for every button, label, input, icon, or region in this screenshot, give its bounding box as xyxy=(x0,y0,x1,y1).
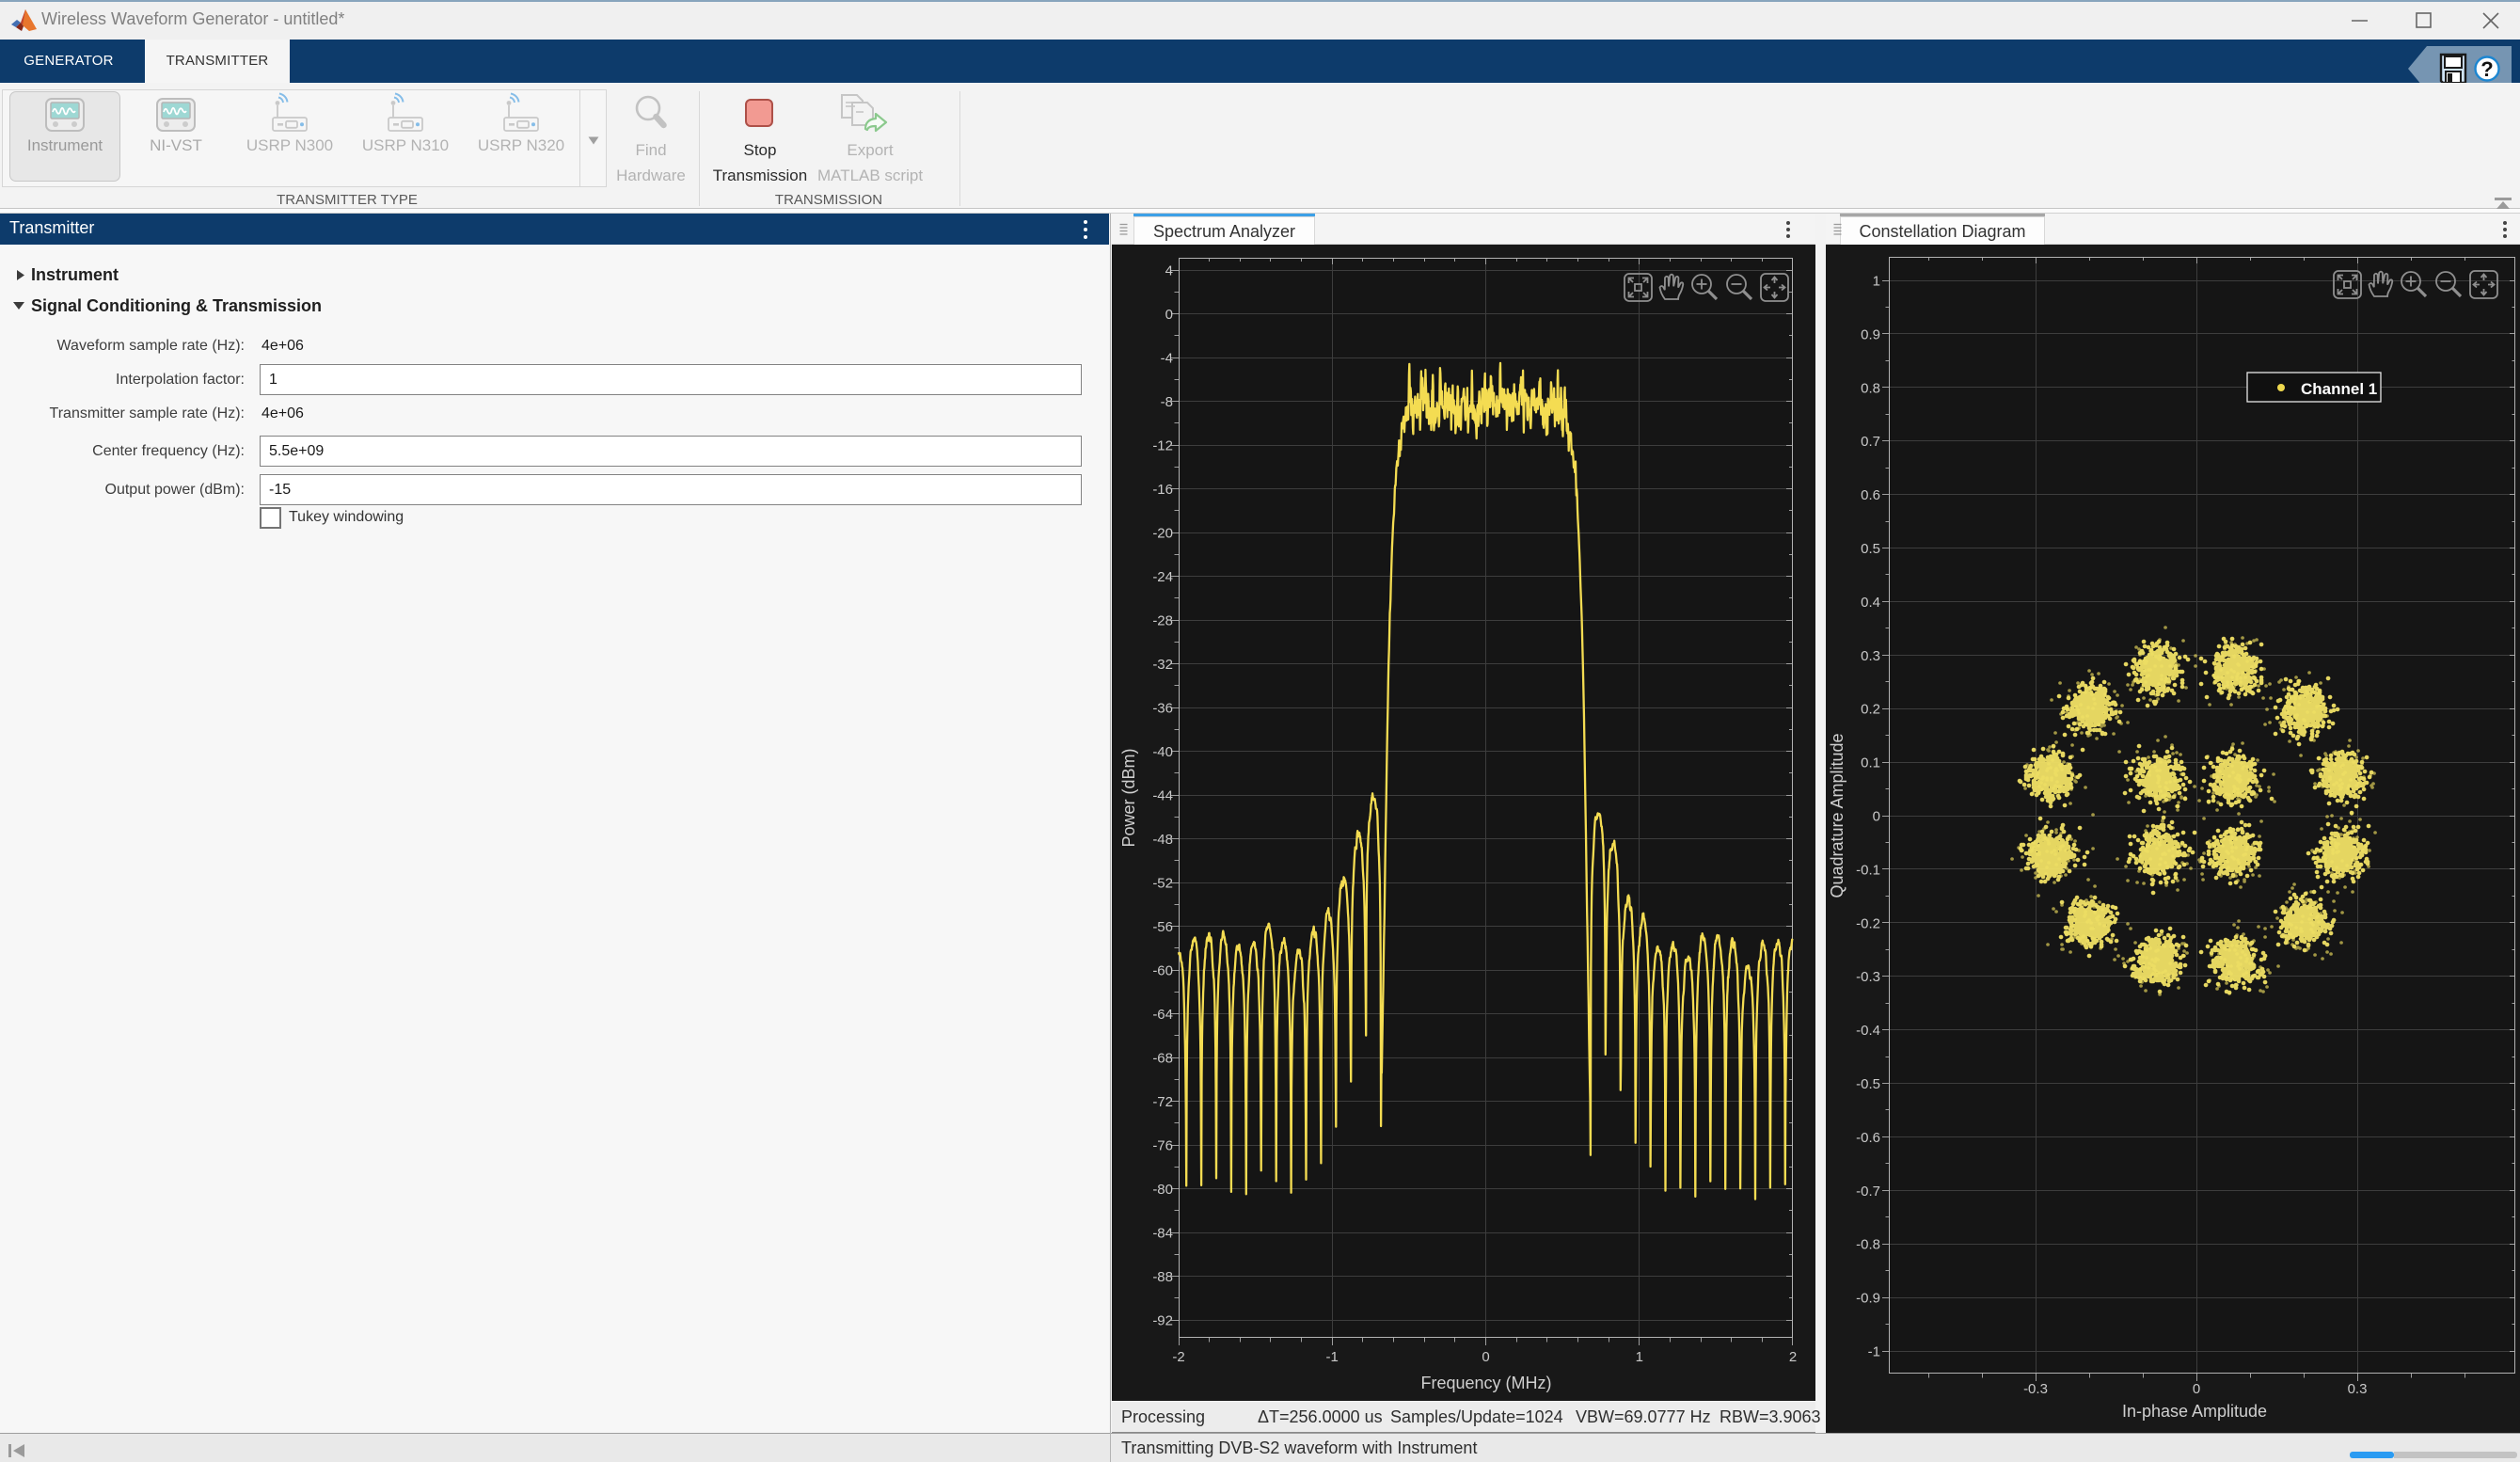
svg-text:Frequency (MHz): Frequency (MHz) xyxy=(1420,1374,1551,1392)
svg-text:-72: -72 xyxy=(1152,1094,1173,1110)
svg-text:-44: -44 xyxy=(1152,788,1173,804)
svg-text:4: 4 xyxy=(1165,263,1173,279)
svg-text:Power (dBm): Power (dBm) xyxy=(1119,748,1138,847)
svg-text:-84: -84 xyxy=(1152,1226,1173,1242)
svg-text:?: ? xyxy=(2480,57,2493,81)
svg-text:0: 0 xyxy=(2193,1381,2200,1397)
svg-text:-8: -8 xyxy=(1161,394,1173,410)
svg-text:-0.3: -0.3 xyxy=(2023,1381,2048,1397)
svg-text:0.7: 0.7 xyxy=(1861,434,1880,450)
svg-text:-32: -32 xyxy=(1152,657,1173,673)
svg-text:-16: -16 xyxy=(1152,482,1173,498)
svg-text:-1: -1 xyxy=(1326,1349,1339,1365)
svg-text:-0.8: -0.8 xyxy=(1856,1237,1880,1253)
svg-text:-0.2: -0.2 xyxy=(1856,915,1880,931)
svg-text:0.3: 0.3 xyxy=(1861,648,1880,664)
svg-text:-0.9: -0.9 xyxy=(1856,1291,1880,1307)
svg-text:1: 1 xyxy=(1636,1349,1643,1365)
svg-text:0.1: 0.1 xyxy=(1861,755,1880,771)
svg-text:0.8: 0.8 xyxy=(1861,380,1880,396)
svg-text:In-phase Amplitude: In-phase Amplitude xyxy=(2122,1402,2267,1421)
svg-text:-0.6: -0.6 xyxy=(1856,1130,1880,1146)
svg-text:-92: -92 xyxy=(1152,1313,1173,1329)
svg-text:-20: -20 xyxy=(1152,526,1173,542)
svg-text:-68: -68 xyxy=(1152,1051,1173,1067)
svg-text:Channel 1: Channel 1 xyxy=(2301,380,2377,398)
svg-text:0: 0 xyxy=(1165,307,1173,323)
svg-text:-0.7: -0.7 xyxy=(1856,1184,1880,1200)
svg-text:-60: -60 xyxy=(1152,963,1173,979)
svg-text:0.4: 0.4 xyxy=(1861,595,1880,611)
svg-text:-36: -36 xyxy=(1152,701,1173,717)
svg-text:-52: -52 xyxy=(1152,876,1173,892)
svg-text:-76: -76 xyxy=(1152,1138,1173,1154)
svg-text:-0.4: -0.4 xyxy=(1856,1023,1880,1039)
svg-text:0.9: 0.9 xyxy=(1861,326,1880,342)
svg-text:-4: -4 xyxy=(1161,351,1173,367)
svg-text:-64: -64 xyxy=(1152,1007,1173,1023)
svg-text:-88: -88 xyxy=(1152,1269,1173,1285)
svg-text:Quadrature Amplitude: Quadrature Amplitude xyxy=(1828,733,1846,898)
svg-text:0.6: 0.6 xyxy=(1861,487,1880,503)
svg-text:-1: -1 xyxy=(1868,1344,1880,1360)
svg-text:-40: -40 xyxy=(1152,744,1173,760)
svg-text:0.2: 0.2 xyxy=(1861,702,1880,718)
svg-text:-12: -12 xyxy=(1152,438,1173,454)
svg-text:1: 1 xyxy=(1873,274,1880,290)
svg-text:-28: -28 xyxy=(1152,613,1173,629)
svg-text:-48: -48 xyxy=(1152,832,1173,848)
svg-text:-0.3: -0.3 xyxy=(1856,969,1880,985)
svg-text:-0.5: -0.5 xyxy=(1856,1076,1880,1092)
svg-text:-2: -2 xyxy=(1172,1349,1184,1365)
svg-text:-0.1: -0.1 xyxy=(1856,862,1880,878)
svg-text:0.5: 0.5 xyxy=(1861,541,1880,557)
svg-text:2: 2 xyxy=(1789,1349,1797,1365)
svg-text:-56: -56 xyxy=(1152,919,1173,935)
svg-text:0: 0 xyxy=(1482,1349,1489,1365)
svg-text:-24: -24 xyxy=(1152,569,1173,585)
svg-text:-80: -80 xyxy=(1152,1182,1173,1198)
svg-text:0.3: 0.3 xyxy=(2348,1381,2368,1397)
svg-text:0: 0 xyxy=(1873,809,1880,825)
